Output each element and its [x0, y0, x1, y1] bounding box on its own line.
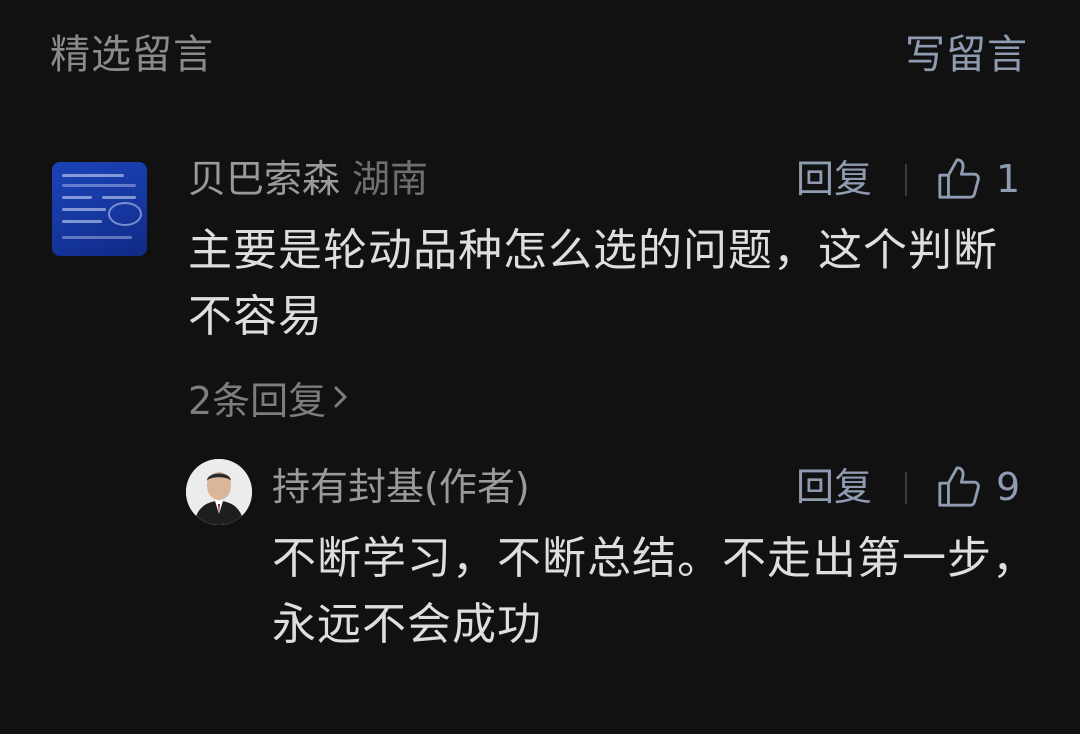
view-replies-link[interactable]: 2条回复: [188, 376, 352, 426]
comment-author[interactable]: 贝巴索森 湖南: [188, 154, 428, 204]
like-button[interactable]: 1: [936, 154, 1020, 204]
reply-button[interactable]: 回复: [796, 154, 872, 204]
author-location: 湖南: [352, 157, 429, 201]
reply-text: 不断学习，不断总结。不走出第一步，永远不会成功: [272, 533, 1037, 650]
chevron-right-icon: [326, 376, 352, 426]
section-title: 精选留言: [50, 32, 214, 78]
author-name[interactable]: 贝巴索森: [188, 157, 340, 201]
like-button[interactable]: 9: [936, 462, 1020, 512]
divider: [905, 164, 907, 196]
view-replies-label: 2条回复: [188, 379, 327, 423]
divider: [905, 472, 907, 504]
reply-button[interactable]: 回复: [796, 462, 872, 512]
thumbs-up-icon: [936, 464, 982, 510]
reply-author[interactable]: 持有封基(作者): [272, 462, 530, 512]
like-count: 1: [996, 157, 1021, 201]
author-avatar[interactable]: [186, 459, 252, 525]
like-count: 9: [996, 465, 1021, 509]
avatar[interactable]: [52, 162, 147, 256]
thumbs-up-icon: [936, 156, 982, 202]
comment-text: 主要是轮动品种怎么选的问题，这个判断不容易: [188, 225, 998, 342]
write-comment-button[interactable]: 写留言: [905, 30, 1028, 80]
